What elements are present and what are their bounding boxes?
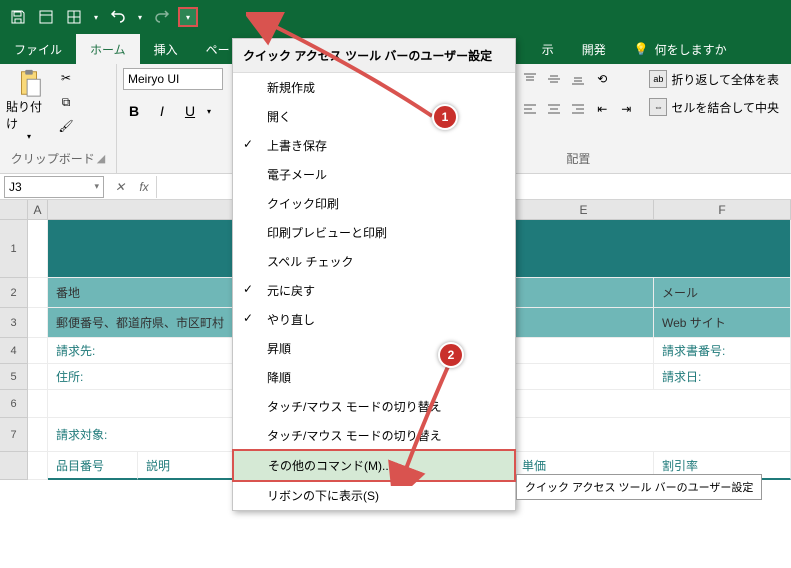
merge-label: セルを結合して中央	[671, 99, 779, 116]
save-icon[interactable]	[6, 5, 30, 29]
chevron-down-icon[interactable]: ▾	[90, 5, 102, 29]
tab-file[interactable]: ファイル	[0, 34, 76, 64]
row-header[interactable]: 5	[0, 364, 28, 390]
row-header[interactable]: 1	[0, 220, 28, 278]
paste-label: 貼り付け	[6, 98, 52, 132]
wrap-text-label: 折り返して全体を表	[671, 71, 779, 88]
align-middle-icon[interactable]	[543, 68, 565, 90]
menu-item[interactable]: 開く	[233, 102, 515, 131]
annotation-badge-2: 2	[438, 342, 464, 368]
menu-item[interactable]: タッチ/マウス モードの切り替え	[233, 392, 515, 421]
col-header[interactable]: F	[654, 200, 791, 219]
align-left-icon[interactable]	[519, 98, 541, 120]
align-right-icon[interactable]	[567, 98, 589, 120]
cancel-formula-icon[interactable]: ✕	[108, 175, 132, 199]
row-header[interactable]: 3	[0, 308, 28, 338]
fx-icon[interactable]: fx	[132, 175, 156, 199]
dialog-launcher-icon[interactable]: ◢	[97, 152, 105, 165]
name-box-value: J3	[9, 180, 22, 194]
align-center-icon[interactable]	[543, 98, 565, 120]
clipboard-icon	[14, 68, 44, 98]
row-header[interactable]	[0, 452, 28, 480]
decrease-indent-icon[interactable]: ⇤	[591, 98, 613, 120]
chevron-down-icon[interactable]: ▾	[94, 181, 99, 192]
menu-item[interactable]: 電子メール	[233, 160, 515, 189]
menu-item[interactable]: クイック印刷	[233, 189, 515, 218]
select-all-corner[interactable]	[0, 200, 28, 219]
menu-item[interactable]: 新規作成	[233, 73, 515, 102]
menu-item[interactable]: スペル チェック	[233, 247, 515, 276]
format-painter-icon[interactable]: 🖌	[56, 116, 76, 136]
ribbon-group-wrap: ab折り返して全体を表 ⇔セルを結合して中央	[643, 64, 791, 173]
font-name-combo[interactable]: Meiryo UI	[123, 68, 223, 90]
ribbon-group-align: ⟲ ⇤ ⇥ 配置	[513, 64, 643, 173]
paste-button[interactable]: 貼り付け ▾	[6, 68, 52, 141]
tell-me-label: 何をしますか	[655, 41, 727, 58]
redo-icon[interactable]	[150, 5, 174, 29]
bold-button[interactable]: B	[123, 100, 145, 122]
chevron-down-icon[interactable]: ▾	[207, 107, 211, 116]
row-header[interactable]: 7	[0, 418, 28, 452]
tell-me[interactable]: 💡 何をしますか	[620, 34, 741, 64]
row-header[interactable]: 2	[0, 278, 28, 308]
ribbon-group-clipboard: 貼り付け ▾ ✂ ⧉ 🖌 クリップボード ◢	[0, 64, 117, 173]
ribbon-group-font: Meiryo UI B I U ▾	[117, 64, 234, 173]
increase-indent-icon[interactable]: ⇥	[615, 98, 637, 120]
chevron-down-icon[interactable]: ▾	[134, 5, 146, 29]
menu-title: クイック アクセス ツール バーのユーザー設定	[233, 39, 515, 73]
col-header[interactable]: A	[28, 200, 48, 219]
undo-icon[interactable]	[106, 5, 130, 29]
menu-item[interactable]: 印刷プレビューと印刷	[233, 218, 515, 247]
tab-developer[interactable]: 開発	[568, 34, 620, 64]
table-header-cell[interactable]: 品目番号	[48, 452, 138, 480]
tab-home[interactable]: ホーム	[76, 34, 140, 64]
wrap-text-button[interactable]: ab折り返して全体を表	[643, 68, 785, 90]
align-top-icon[interactable]	[519, 68, 541, 90]
tab-view[interactable]: 示	[528, 34, 568, 64]
cell[interactable]: メール	[654, 278, 791, 308]
row-header[interactable]: 6	[0, 390, 28, 418]
menu-item[interactable]: やり直し	[233, 305, 515, 334]
form-icon[interactable]	[34, 5, 58, 29]
menu-item[interactable]: 元に戻す	[233, 276, 515, 305]
font-name-value: Meiryo UI	[128, 72, 179, 86]
cell[interactable]: 請求日:	[654, 364, 791, 390]
merge-center-button[interactable]: ⇔セルを結合して中央	[643, 96, 785, 118]
tooltip: クイック アクセス ツール バーのユーザー設定	[516, 474, 762, 500]
table-icon[interactable]	[62, 5, 86, 29]
merge-icon: ⇔	[649, 98, 667, 116]
customize-qat-dropdown-button[interactable]: ▾	[178, 7, 198, 27]
cut-icon[interactable]: ✂	[56, 68, 76, 88]
copy-icon[interactable]: ⧉	[56, 92, 76, 112]
tab-insert[interactable]: 挿入	[140, 34, 192, 64]
menu-item[interactable]: 上書き保存	[233, 131, 515, 160]
align-bottom-icon[interactable]	[567, 68, 589, 90]
qat-customize-menu: クイック アクセス ツール バーのユーザー設定 新規作成開く上書き保存電子メール…	[232, 38, 516, 511]
group-label-align: 配置	[566, 150, 590, 167]
menu-item[interactable]: 昇順	[233, 334, 515, 363]
name-box[interactable]: J3 ▾	[4, 176, 104, 198]
orientation-icon[interactable]: ⟲	[591, 68, 613, 90]
chevron-down-icon: ▾	[27, 132, 31, 141]
col-header[interactable]: E	[514, 200, 654, 219]
underline-button[interactable]: U	[179, 100, 201, 122]
cell[interactable]: Web サイト	[654, 308, 791, 338]
quick-access-toolbar: ▾ ▾ ▾	[0, 0, 791, 34]
group-label-clipboard: クリップボード	[11, 150, 95, 167]
lightbulb-icon: 💡	[634, 42, 649, 56]
italic-button[interactable]: I	[151, 100, 173, 122]
menu-item[interactable]: その他のコマンド(M)...	[232, 449, 516, 482]
annotation-badge-1: 1	[432, 104, 458, 130]
menu-item[interactable]: リボンの下に表示(S)	[233, 481, 515, 510]
cell[interactable]: 請求書番号:	[654, 338, 791, 364]
menu-item[interactable]: タッチ/マウス モードの切り替え	[233, 421, 515, 450]
wrap-text-icon: ab	[649, 70, 667, 88]
row-header[interactable]: 4	[0, 338, 28, 364]
menu-item[interactable]: 降順	[233, 363, 515, 392]
